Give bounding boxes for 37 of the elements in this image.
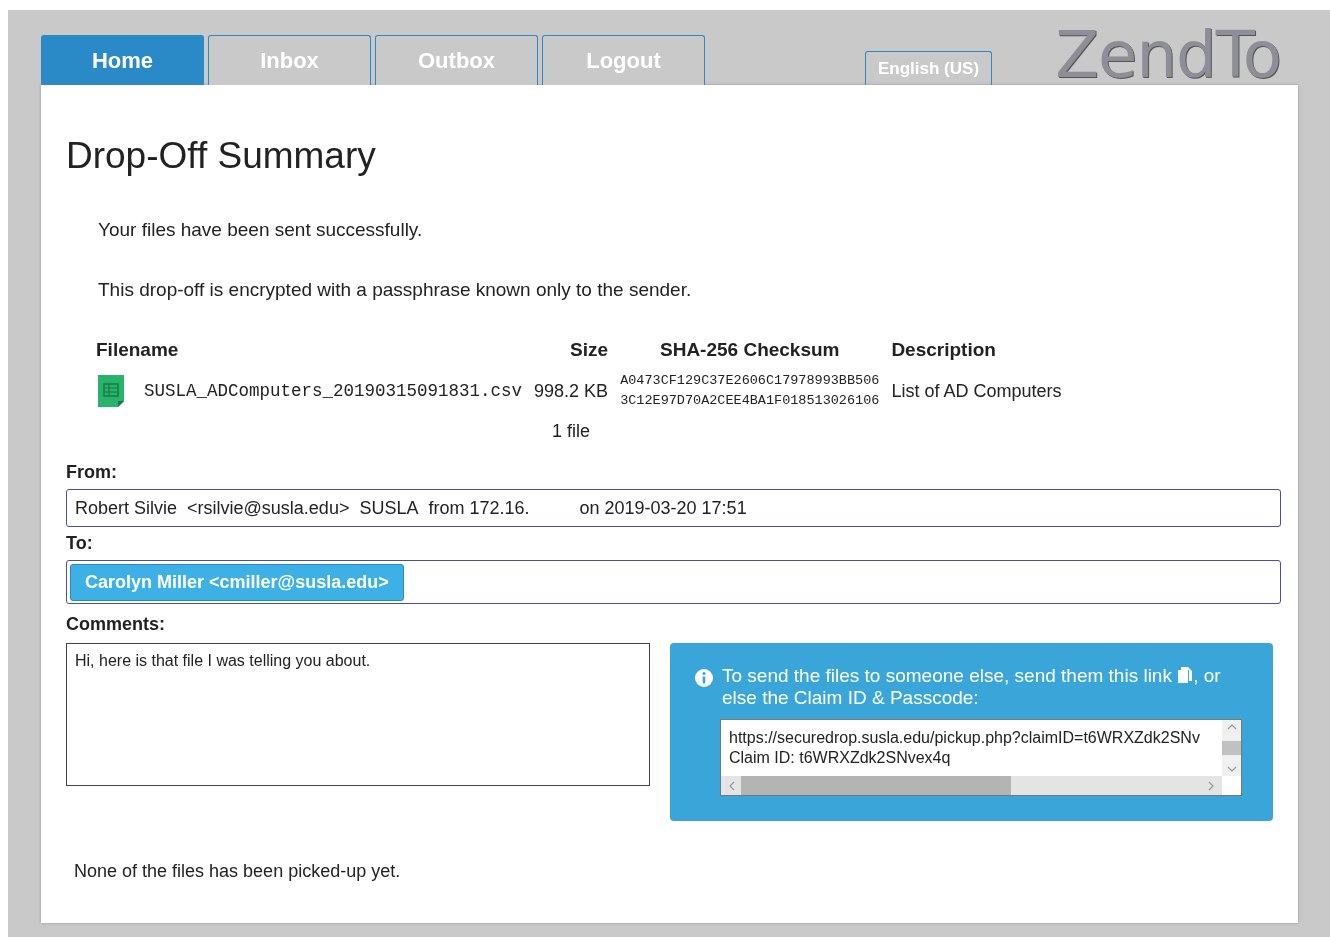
sender-name: Robert Silvie	[75, 497, 178, 519]
vertical-scrollbar[interactable]	[1222, 720, 1241, 776]
column-header: Description	[891, 339, 997, 361]
scroll-left-icon[interactable]	[727, 780, 737, 791]
file-description: List of AD Computers	[891, 380, 1062, 402]
from-label: From:	[66, 462, 118, 483]
column-header: Size	[569, 339, 609, 361]
recipient-tag[interactable]: Carolyn Miller <cmiller@susla.edu>	[70, 563, 404, 601]
sender-address: from 172.16.	[428, 497, 530, 519]
column-header: SHA-256 Checksum	[659, 339, 841, 361]
logo: ZendTo	[1055, 18, 1281, 92]
scroll-up-icon[interactable]	[1226, 722, 1237, 732]
status-message: This drop-off is encrypted with a passphrase known only to the sender.	[98, 279, 693, 301]
status-message: Your files have been sent successfully.	[98, 219, 424, 241]
sender-organization: SUSLA	[359, 497, 419, 519]
link-text-box[interactable]: https://securedrop.susla.edu/pickup.php?claimID=t6WRXZdk2SNv Claim ID: t6WRXZdk2SNvex4q	[720, 719, 1242, 796]
spreadsheet-file-icon	[96, 373, 126, 409]
page-title: Drop-Off Summary	[66, 135, 377, 177]
file-checksum: A0473CF129C37E2606C17978993BB506 3C12E97D70A2CEE4BA1F018513026106	[620, 372, 880, 410]
horizontal-scrollbar[interactable]	[721, 776, 1222, 795]
comments-field[interactable]: Hi, here is that file I was telling you about.	[66, 643, 650, 786]
comments-label: Comments:	[66, 614, 166, 635]
share-instructions: To send the files to someone else, send them this link , or else the Claim ID & Passcode:	[722, 665, 1222, 709]
column-header: Filename	[96, 339, 180, 361]
file-name: SUSLA_ADComputers_20190315091831.csv	[144, 381, 523, 401]
sent-date: on 2019-03-20 17:51	[579, 497, 747, 519]
nav-tab[interactable]: Home	[41, 35, 204, 85]
to-field[interactable]: Carolyn Miller <cmiller@susla.edu>	[66, 560, 1281, 604]
to-label: To:	[66, 533, 94, 554]
file-count: 1 file	[552, 421, 591, 442]
info-icon	[694, 668, 714, 688]
pickup-status: None of the files has been picked-up yet.	[74, 861, 402, 882]
file-size: 998.2 KB	[534, 380, 609, 402]
scroll-right-icon[interactable]	[1206, 780, 1216, 791]
sender-email: <rsilvie@susla.edu>	[187, 497, 350, 519]
copy-icon[interactable]	[1177, 666, 1194, 684]
scroll-down-icon[interactable]	[1226, 764, 1237, 774]
